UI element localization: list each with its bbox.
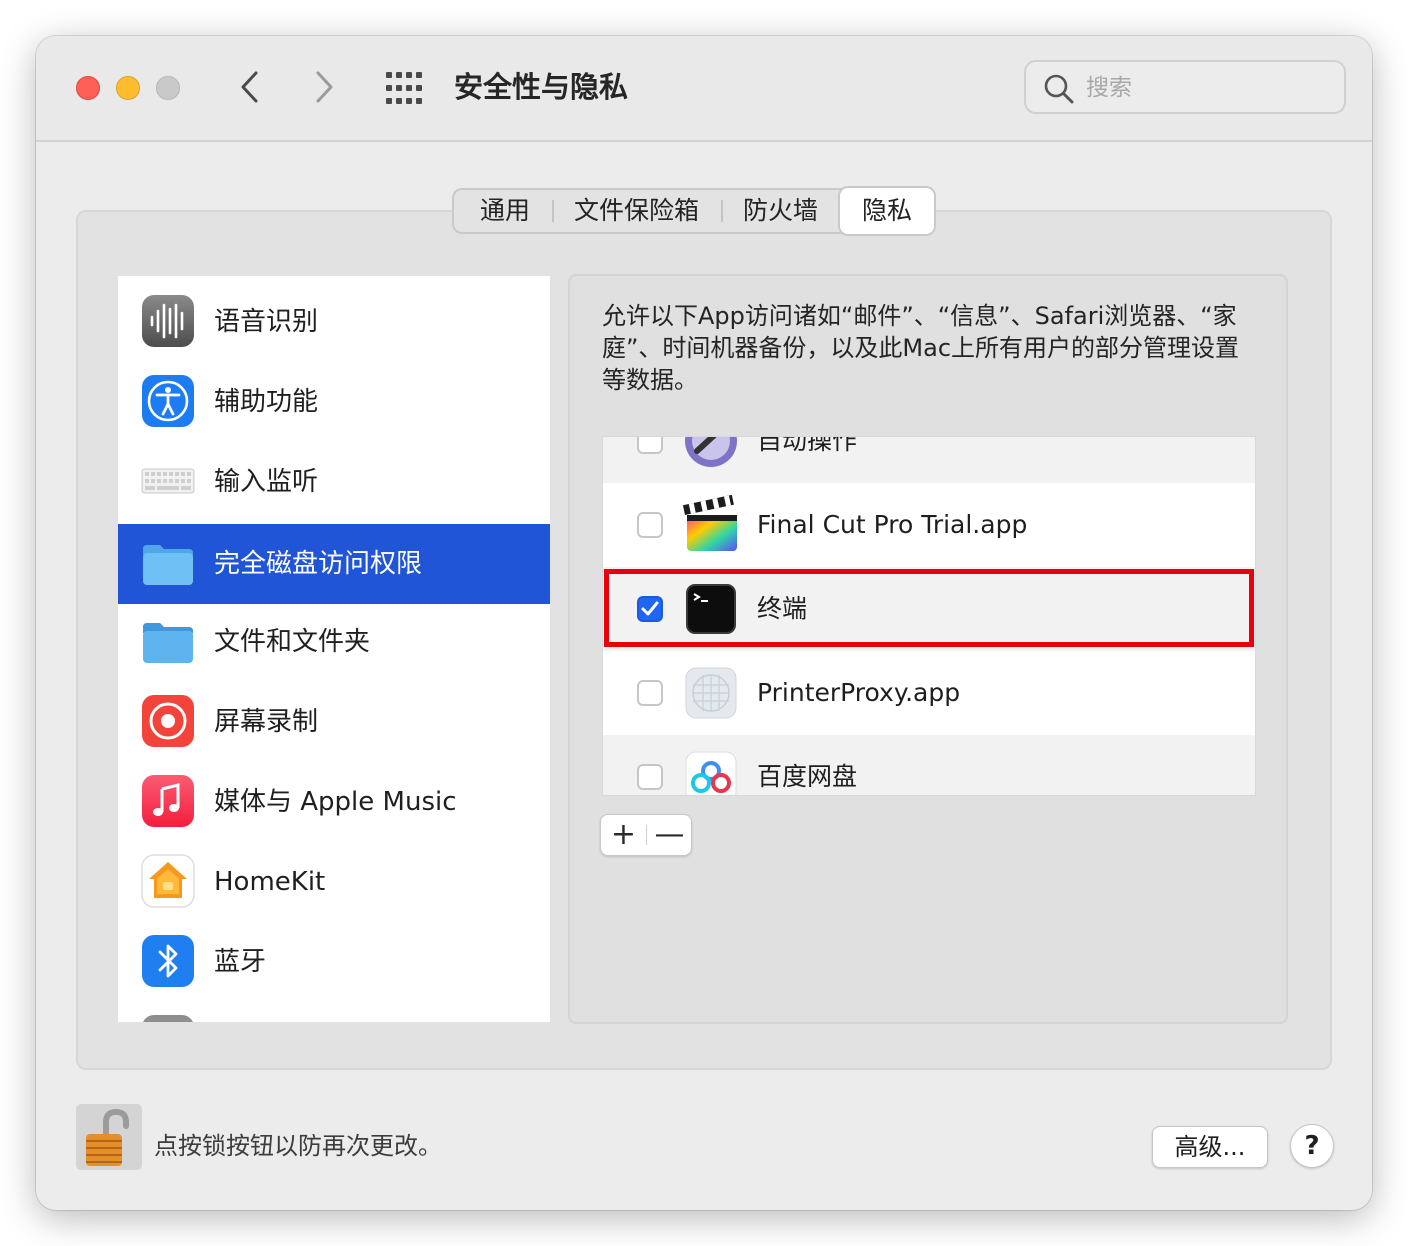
sidebar-item-bluetooth[interactable]: 蓝牙 — [118, 922, 550, 1002]
forward-button[interactable] — [302, 64, 346, 110]
tab-general[interactable]: 通用 — [454, 190, 552, 232]
app-checkbox[interactable] — [637, 512, 663, 538]
app-name: PrinterProxy.app — [757, 678, 961, 707]
app-row-final-cut-pro[interactable]: Final Cut Pro Trial.app — [603, 483, 1255, 567]
app-name: Final Cut Pro Trial.app — [757, 510, 1028, 539]
close-button[interactable] — [76, 76, 100, 100]
sidebar-item-accessibility[interactable]: 辅助功能 — [118, 362, 550, 442]
sidebar-item-label: 辅助功能 — [214, 387, 319, 417]
sidebar-item-homekit[interactable]: HomeKit — [118, 842, 550, 922]
speech-recognition-icon — [142, 295, 194, 347]
tab-filevault[interactable]: 文件保险箱 — [552, 190, 721, 232]
sidebar-item-label: 文件和文件夹 — [214, 627, 371, 657]
preferences-window: 安全性与隐私 通用 文件保险箱 防火墙 隐私 语音识别 — [36, 36, 1372, 1210]
app-row-terminal[interactable]: 终端 — [603, 567, 1255, 651]
terminal-icon — [686, 584, 736, 634]
lock-hint-text: 点按锁按钮以防再次更改。 — [154, 1132, 442, 1160]
chevron-right-icon — [316, 71, 333, 103]
app-name: 自动操作 — [757, 436, 858, 455]
access-description: 允许以下App访问诸如“邮件”、“信息”、Safari浏览器、“家庭”、时间机器… — [602, 302, 1240, 394]
screen-recording-icon — [142, 695, 194, 747]
app-row-automator[interactable]: 自动操作 — [603, 436, 1255, 483]
app-icon — [143, 1015, 193, 1022]
search-icon — [1044, 74, 1074, 104]
search-field[interactable] — [1024, 60, 1346, 114]
sidebar-item-partial — [118, 1002, 550, 1022]
tab-bar: 通用 文件保险箱 防火墙 隐私 — [452, 188, 935, 234]
app-list[interactable]: 自动操作 Final Cut Pro Trial.app 终端 PrinterP… — [602, 436, 1256, 796]
final-cut-pro-icon — [682, 495, 737, 551]
printer-proxy-icon — [685, 667, 737, 719]
app-row-baidu-netdisk[interactable]: 百度网盘 — [603, 735, 1255, 795]
advanced-button[interactable]: 高级... — [1152, 1126, 1268, 1168]
automator-icon — [685, 437, 737, 467]
help-button[interactable]: ? — [1290, 1124, 1334, 1168]
sidebar-item-media-apple-music[interactable]: 媒体与 Apple Music — [118, 762, 550, 842]
back-button[interactable] — [228, 64, 272, 110]
add-app-button[interactable]: + — [601, 815, 646, 855]
add-remove-control: + — — [600, 814, 692, 856]
home-icon — [141, 854, 195, 908]
title-bar: 安全性与隐私 — [36, 36, 1372, 142]
sidebar-item-label: 完全磁盘访问权限 — [214, 549, 423, 579]
sidebar-item-full-disk-access[interactable]: 完全磁盘访问权限 — [118, 524, 550, 604]
sidebar-item-label: 蓝牙 — [214, 947, 267, 977]
show-all-grid-icon[interactable] — [382, 68, 426, 108]
tab-firewall[interactable]: 防火墙 — [721, 190, 840, 232]
tab-privacy[interactable]: 隐私 — [840, 188, 935, 234]
window-title: 安全性与隐私 — [454, 70, 629, 104]
app-row-printer-proxy[interactable]: PrinterProxy.app — [603, 651, 1255, 735]
folder-icon — [143, 545, 193, 585]
remove-app-button[interactable]: — — [647, 815, 692, 855]
folder-icon — [143, 623, 193, 663]
app-checkbox[interactable] — [637, 764, 663, 790]
unlocked-padlock-icon[interactable] — [76, 1104, 142, 1170]
chevron-left-icon — [241, 71, 258, 103]
sidebar-item-label: 媒体与 Apple Music — [214, 787, 457, 817]
keyboard-icon — [141, 468, 195, 494]
bluetooth-icon — [142, 935, 194, 987]
sidebar-item-input-monitoring[interactable]: 输入监听 — [118, 442, 550, 522]
app-checkbox[interactable] — [637, 437, 663, 454]
app-name: 终端 — [757, 594, 808, 623]
app-checkbox[interactable] — [637, 680, 663, 706]
sidebar-item-label: HomeKit — [214, 867, 326, 897]
minimize-button[interactable] — [116, 76, 140, 100]
zoom-button[interactable] — [156, 76, 180, 100]
privacy-category-list[interactable]: 语音识别 辅助功能 输入监听 完全磁盘访问权限 文件和文件夹 屏幕录制 媒体与 … — [118, 276, 550, 1022]
sidebar-item-label: 输入监听 — [214, 467, 319, 497]
music-icon — [142, 775, 194, 827]
app-checkbox-checked[interactable] — [637, 596, 663, 622]
baidu-netdisk-icon — [685, 751, 737, 795]
accessibility-icon — [142, 375, 194, 427]
sidebar-item-label: 屏幕录制 — [214, 707, 319, 737]
sidebar-item-label: 语音识别 — [214, 307, 319, 337]
checkmark-icon — [641, 601, 659, 616]
search-input[interactable] — [1084, 68, 1328, 108]
sidebar-item-screen-recording[interactable]: 屏幕录制 — [118, 682, 550, 762]
app-name: 百度网盘 — [757, 762, 858, 791]
sidebar-item-files-and-folders[interactable]: 文件和文件夹 — [118, 602, 550, 682]
sidebar-item-speech-recognition[interactable]: 语音识别 — [118, 282, 550, 362]
